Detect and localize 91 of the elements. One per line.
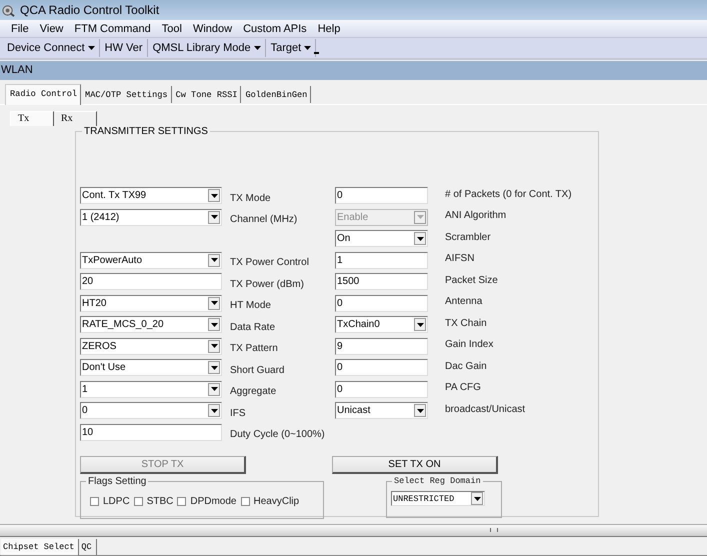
group-title: TRANSMITTER SETTINGS: [82, 126, 210, 137]
menu-item[interactable]: Window: [192, 22, 232, 34]
toolbar-button[interactable]: HW Ver: [100, 39, 148, 57]
dropdown[interactable]: UNRESTRICTED: [391, 491, 485, 506]
menu-item[interactable]: File: [11, 22, 29, 34]
tab[interactable]: QC: [79, 539, 97, 555]
input-field[interactable]: 0: [335, 380, 428, 398]
tab[interactable]: Cw Tone RSSI: [172, 86, 242, 103]
menu-item[interactable]: View: [40, 22, 64, 34]
caret-icon: [210, 322, 218, 327]
tab[interactable]: Tx: [10, 111, 54, 126]
field-label: # of Packets (0 for Cont. TX): [445, 188, 572, 200]
field-label: Packet Size: [445, 274, 498, 286]
field-label: ANI Algorithm: [445, 210, 506, 222]
menu-item[interactable]: Tool: [162, 22, 182, 34]
caret-icon: [210, 194, 218, 198]
dropdown[interactable]: Cont. Tx TX99: [80, 187, 222, 204]
tab[interactable]: GoldenBinGen: [241, 86, 312, 103]
field-label: TX Chain: [445, 318, 487, 329]
checkbox[interactable]: [177, 497, 186, 506]
dropdown[interactable]: 0: [80, 402, 222, 420]
menu-item[interactable]: Custom APIs: [243, 22, 307, 34]
field-label: broadcast/Unicast: [445, 404, 526, 415]
caret-icon: [416, 215, 424, 220]
tab[interactable]: Chipset Select: [1, 539, 80, 556]
menu-item[interactable]: FTM Command: [74, 22, 151, 34]
dropdown[interactable]: TxChain0: [335, 316, 428, 334]
input-field[interactable]: 20: [80, 273, 222, 290]
field-label: Data Rate: [230, 322, 276, 333]
dropdown[interactable]: 1 (2412): [80, 208, 222, 226]
input-field[interactable]: 9: [335, 338, 428, 355]
field-label: HT Mode: [230, 300, 271, 312]
field-label: Dac Gain: [445, 360, 487, 372]
dropdown[interactable]: 1: [80, 380, 222, 398]
field-label: Aggregate: [230, 386, 276, 398]
field-label: Duty Cycle (0~100%): [230, 429, 325, 440]
push-button[interactable]: SET TX ON: [332, 456, 498, 474]
toolbar-button[interactable]: Device Connect: [2, 39, 100, 57]
caret-icon: [210, 366, 218, 370]
checkbox[interactable]: [90, 497, 99, 506]
field-label: Gain Index: [445, 339, 494, 350]
caret-icon: [210, 258, 218, 262]
caret-icon: [210, 301, 218, 306]
app-icon: [2, 4, 15, 16]
scrollbar[interactable]: [0, 524, 707, 537]
field-label: IFS: [230, 408, 246, 419]
dropdown[interactable]: On: [335, 230, 428, 248]
input-field[interactable]: 1500: [335, 273, 428, 290]
dropdown[interactable]: RATE_MCS_0_20: [80, 316, 222, 334]
group-title: Select Reg Domain: [392, 476, 483, 486]
field-label: TX Power (dBm): [230, 278, 304, 290]
dropdown[interactable]: TxPowerAuto: [80, 252, 222, 269]
caret-icon: [416, 408, 424, 413]
field-label: TX Pattern: [230, 343, 278, 354]
menu-item[interactable]: Help: [318, 22, 340, 34]
input-field[interactable]: 0: [335, 359, 428, 376]
field-label: Channel (MHz): [230, 214, 298, 226]
input-field[interactable]: 0: [335, 187, 428, 204]
input-field[interactable]: 0: [335, 294, 428, 312]
checkbox-label: STBC: [146, 496, 174, 507]
panel-title: WLAN: [0, 61, 707, 80]
caret-icon: [416, 236, 424, 241]
caret-icon: [416, 322, 424, 327]
dropdown[interactable]: HT20: [80, 294, 222, 312]
caret-icon: [474, 496, 480, 500]
field-label: TX Mode: [230, 192, 271, 204]
window-title: QCA Radio Control Toolkit: [20, 3, 160, 17]
field-label: TX Power Control: [230, 257, 309, 268]
checkbox-label: DPDmode: [190, 496, 236, 507]
field-label: Scrambler: [445, 232, 491, 243]
checkbox[interactable]: [240, 497, 250, 506]
dropdown[interactable]: Unicast: [335, 402, 428, 420]
tab[interactable]: MAC/OTP Settings: [81, 86, 172, 103]
field-label: Antenna: [445, 296, 482, 308]
dropdown[interactable]: Don't Use: [80, 359, 222, 376]
caret-icon: [210, 215, 218, 220]
caret-icon: [210, 344, 218, 348]
checkbox-label: HeavyClip: [254, 496, 300, 507]
input-field[interactable]: 10: [80, 424, 222, 441]
checkbox-label: LDPC: [103, 496, 130, 507]
field-label: AIFSN: [445, 253, 474, 264]
caret-icon: [210, 408, 218, 413]
toolbar-button[interactable]: QMSL Library Mode: [148, 39, 266, 57]
group-title: Flags Setting: [86, 476, 148, 487]
dropdown[interactable]: ZEROS: [80, 338, 222, 355]
caret-icon: [210, 387, 218, 392]
input-field[interactable]: 1: [335, 252, 428, 269]
checkbox[interactable]: [134, 497, 143, 506]
field-label: PA CFG: [445, 382, 481, 394]
field-label: Short Guard: [230, 364, 284, 376]
tab[interactable]: Radio Control: [5, 84, 82, 105]
